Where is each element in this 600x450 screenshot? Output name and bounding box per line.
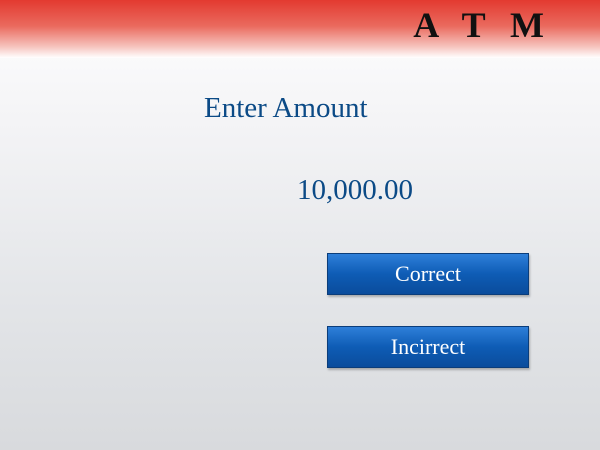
amount-value: 10,000.00 xyxy=(297,174,413,206)
incorrect-button[interactable]: Incirrect xyxy=(327,326,529,368)
enter-amount-label: Enter Amount xyxy=(204,92,368,124)
correct-button[interactable]: Correct xyxy=(327,253,529,295)
app-title: A T M xyxy=(413,5,552,45)
header-bar: A T M xyxy=(0,0,600,58)
